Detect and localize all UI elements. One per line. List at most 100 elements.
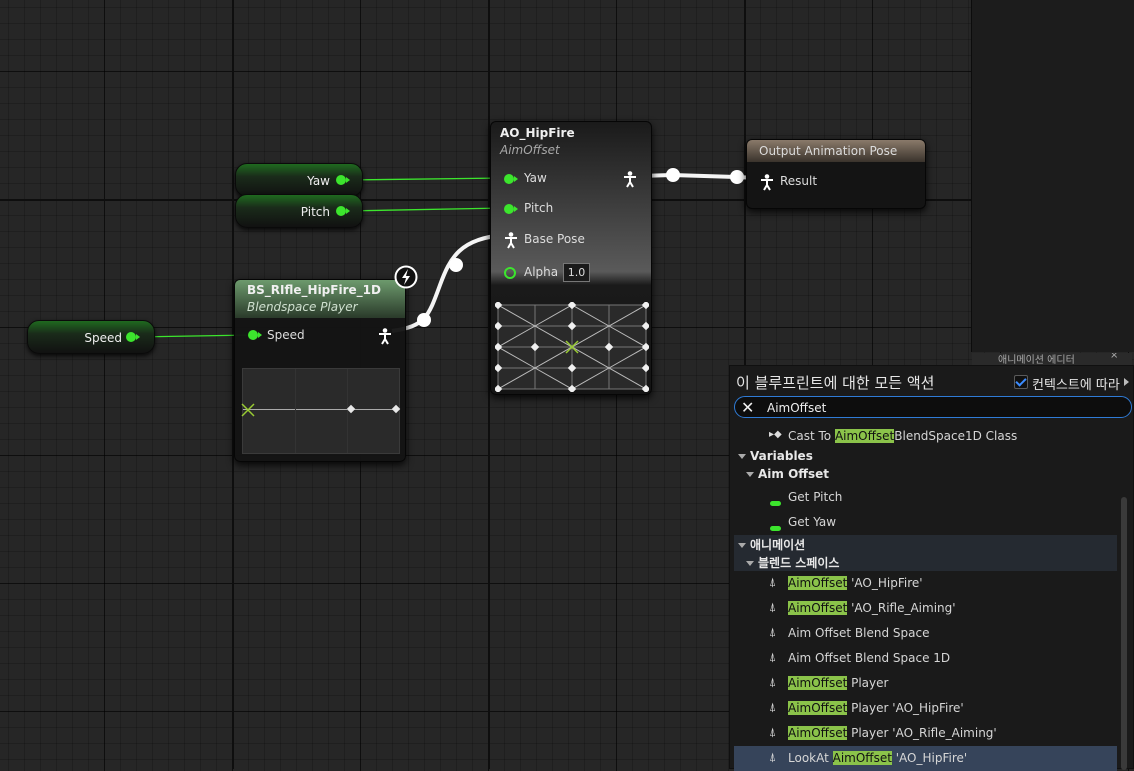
category-label: Variables bbox=[750, 449, 813, 463]
yaw-variable-label: Yaw bbox=[307, 174, 330, 188]
panel-tab[interactable]: 애니메이션 에디터 × bbox=[972, 353, 1132, 365]
animation-icon: ⍋ bbox=[769, 650, 777, 664]
category-animation[interactable]: 애니메이션 bbox=[734, 535, 1117, 553]
item-label: Get Pitch bbox=[788, 490, 843, 504]
animation-icon: ⍋ bbox=[769, 625, 777, 639]
item-label: Get Yaw bbox=[788, 515, 837, 529]
output-animation-pose-node[interactable]: Output Animation Pose Result bbox=[746, 139, 926, 209]
chevron-right-icon[interactable] bbox=[1124, 378, 1129, 386]
action-item-cast[interactable]: ▸◆ Cast To AimOffsetBlendSpace1D Class bbox=[730, 424, 1117, 449]
subcategory-aim-offset[interactable]: Aim Offset bbox=[730, 466, 1117, 484]
subcategory-label: Aim Offset bbox=[758, 467, 830, 481]
speed-input-pin[interactable] bbox=[248, 330, 262, 340]
action-menu-header: 이 블루프린트에 대한 모든 액션 bbox=[736, 374, 935, 392]
output-title: Output Animation Pose bbox=[759, 144, 898, 158]
category-variables[interactable]: Variables bbox=[730, 448, 1117, 466]
result-input-icon[interactable] bbox=[760, 174, 774, 191]
cast-icon: ▸◆ bbox=[769, 429, 782, 440]
blendspace-player-node[interactable]: BS_RIfle_HipFire_1D Blendspace Player Sp… bbox=[234, 279, 406, 462]
expand-icon bbox=[738, 543, 746, 548]
item-suffix: Player 'AO_HipFire' bbox=[847, 701, 964, 715]
action-item[interactable]: ⍋ AimOffset 'AO_Rifle_Aiming' bbox=[730, 596, 1117, 621]
animation-icon: ⍋ bbox=[769, 750, 777, 764]
item-prefix: Cast To bbox=[788, 429, 835, 443]
item-highlight: AimOffset bbox=[834, 429, 895, 443]
item-label: Aim Offset Blend Space 1D bbox=[788, 651, 951, 665]
blendspace-subtitle: Blendspace Player bbox=[247, 300, 358, 314]
animation-icon: ⍋ bbox=[769, 725, 777, 739]
clear-search-icon[interactable]: ✕ bbox=[741, 398, 754, 417]
item-highlight: AimOffset bbox=[832, 751, 892, 765]
action-item[interactable]: ⍋ AimOffset Player 'AO_HipFire' bbox=[730, 696, 1117, 721]
preview-marker-icon bbox=[241, 403, 255, 417]
item-highlight: AimOffset bbox=[788, 701, 848, 715]
context-sensitive-checkbox[interactable] bbox=[1014, 375, 1028, 389]
blendspace-title: BS_RIfle_HipFire_1D bbox=[247, 283, 381, 297]
animation-icon: ⍋ bbox=[769, 600, 777, 614]
speed-variable-label: Speed bbox=[84, 331, 122, 345]
blendspace-preview bbox=[241, 368, 401, 454]
base-pose-input-icon[interactable] bbox=[504, 232, 518, 249]
alpha-label: Alpha bbox=[524, 265, 559, 279]
speed-output-pin[interactable] bbox=[126, 332, 140, 342]
variable-icon bbox=[770, 501, 781, 506]
fast-path-lightning-icon bbox=[394, 265, 418, 289]
subcategory-blendspace[interactable]: 블렌드 스페이스 bbox=[734, 553, 1117, 571]
search-box[interactable]: ✕ bbox=[734, 396, 1132, 418]
action-item[interactable]: ⍋ Aim Offset Blend Space 1D bbox=[730, 646, 1117, 671]
expand-icon bbox=[746, 472, 754, 477]
category-label: 애니메이션 bbox=[750, 538, 806, 552]
speed-variable-node[interactable]: Speed bbox=[27, 320, 155, 354]
item-highlight: AimOffset bbox=[788, 726, 848, 740]
action-item[interactable]: ⍋ AimOffset Player bbox=[730, 671, 1117, 696]
animation-icon: ⍋ bbox=[769, 675, 777, 689]
action-item-selected[interactable]: ⍋ LookAt AimOffset 'AO_HipFire' bbox=[734, 746, 1117, 771]
yaw-input-pin[interactable] bbox=[504, 174, 518, 184]
action-item[interactable]: ⍋ Aim Offset Blend Space bbox=[730, 621, 1117, 646]
aimoffset-subtitle: AimOffset bbox=[500, 143, 560, 157]
aimoffset-node[interactable]: AO_HipFire AimOffset Yaw Pitch Base Pose… bbox=[490, 121, 652, 395]
pitch-variable-label: Pitch bbox=[300, 205, 330, 219]
item-label: Aim Offset Blend Space bbox=[788, 626, 930, 640]
pitch-input-label: Pitch bbox=[524, 201, 554, 215]
search-input[interactable] bbox=[765, 399, 1099, 417]
sample-point bbox=[391, 404, 401, 414]
item-suffix: Player bbox=[847, 676, 889, 690]
item-suffix: Player 'AO_Rifle_Aiming' bbox=[847, 726, 997, 740]
pitch-input-pin[interactable] bbox=[504, 204, 518, 214]
context-sensitive-label: 컨텍스트에 따라 bbox=[1032, 378, 1120, 393]
variable-icon bbox=[770, 526, 781, 531]
item-highlight: AimOffset bbox=[788, 601, 848, 615]
animation-icon: ⍋ bbox=[769, 700, 777, 714]
pose-output-icon[interactable] bbox=[378, 328, 392, 345]
aimoffset-preview-grid bbox=[495, 302, 649, 392]
item-suffix: 'AO_HipFire' bbox=[847, 576, 923, 590]
tab-close-icon[interactable]: × bbox=[1110, 353, 1118, 361]
action-item-get-pitch[interactable]: Get Pitch bbox=[730, 485, 1117, 510]
item-suffix: BlendSpace1D Class bbox=[894, 429, 1018, 443]
animation-icon: ⍋ bbox=[769, 575, 777, 589]
yaw-input-label: Yaw bbox=[524, 171, 547, 185]
expand-icon bbox=[738, 454, 746, 459]
details-panel bbox=[971, 0, 1134, 352]
item-suffix: 'AO_HipFire' bbox=[891, 751, 968, 765]
menu-scrollbar[interactable] bbox=[1121, 497, 1127, 770]
speed-input-label: Speed bbox=[267, 328, 305, 342]
alpha-input-pin[interactable] bbox=[504, 267, 516, 279]
yaw-output-pin[interactable] bbox=[336, 175, 350, 185]
base-pose-label: Base Pose bbox=[524, 232, 585, 246]
pitch-variable-node[interactable]: Pitch bbox=[235, 194, 363, 228]
alpha-value-field[interactable]: 1.0 bbox=[563, 263, 590, 282]
action-item[interactable]: ⍋ AimOffset Player 'AO_Rifle_Aiming' bbox=[730, 721, 1117, 746]
action-item[interactable]: ⍋ AimOffset 'AO_HipFire' bbox=[730, 571, 1117, 596]
item-highlight: AimOffset bbox=[788, 676, 848, 690]
sample-point bbox=[346, 404, 356, 414]
aimoffset-title: AO_HipFire bbox=[500, 126, 575, 140]
yaw-variable-node[interactable]: Yaw bbox=[235, 163, 363, 197]
action-menu: 이 블루프린트에 대한 모든 액션 컨텍스트에 따라 ✕ ▸◆ Cast To … bbox=[729, 365, 1134, 771]
action-item-get-yaw[interactable]: Get Yaw bbox=[730, 510, 1117, 535]
subcategory-label: 블렌드 스페이스 bbox=[758, 556, 840, 570]
pitch-output-pin[interactable] bbox=[336, 206, 350, 216]
pose-output-icon[interactable] bbox=[623, 171, 637, 188]
result-label: Result bbox=[780, 174, 818, 188]
